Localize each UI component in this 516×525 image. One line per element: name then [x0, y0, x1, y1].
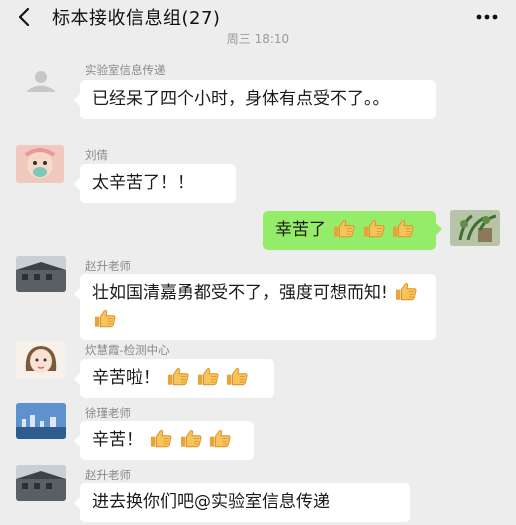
thumbs-up-icon	[94, 309, 116, 328]
cartoon-girl-avatar	[16, 341, 66, 379]
chat-header: 标本接收信息组(27)	[0, 0, 516, 34]
baby-photo-avatar	[16, 145, 64, 183]
sender-name: 徐瑾老师	[85, 406, 131, 420]
thumbs-up-icon	[392, 219, 414, 238]
more-dots-icon[interactable]	[474, 9, 500, 25]
message-bubble[interactable]: 壮如国清嘉勇都受不了，强度可想而知!	[74, 274, 436, 340]
message-bubble[interactable]: 进去换你们吧@实验室信息传递	[74, 483, 410, 522]
avatar[interactable]	[16, 145, 64, 183]
thumbs-up-icon	[363, 219, 385, 238]
message-text: 进去换你们吧@实验室信息传递	[92, 492, 330, 512]
sender-name: 赵升老师	[85, 259, 131, 273]
sender-name: 赵升老师	[85, 468, 131, 482]
message-bubble-outgoing[interactable]: 幸苦了	[263, 211, 442, 250]
plant-photo-avatar	[450, 210, 500, 246]
avatar[interactable]	[16, 66, 64, 106]
sender-name: 炊慧霞-检测中心	[85, 343, 170, 357]
thumbs-up-icon	[167, 367, 189, 386]
building-photo-avatar	[16, 465, 66, 501]
sender-name: 刘倩	[85, 148, 108, 162]
chevron-left-icon[interactable]	[14, 6, 36, 28]
message-text: 已经呆了四个小时，身体有点受不了。。	[92, 89, 390, 109]
message-text: 辛苦！	[92, 430, 143, 450]
thumbs-up-icon	[226, 367, 248, 386]
message-bubble[interactable]: 辛苦啦！	[74, 359, 274, 398]
message-bubble[interactable]: 太辛苦了！！	[74, 164, 236, 203]
message-text: 幸苦了	[275, 220, 326, 240]
thumbs-up-icon	[197, 367, 219, 386]
message-bubble[interactable]: 辛苦！	[74, 421, 254, 460]
message-text: 壮如国清嘉勇都受不了，强度可想而知!	[92, 283, 388, 303]
thumbs-up-icon	[395, 282, 417, 301]
avatar[interactable]	[16, 465, 66, 501]
thumbs-up-icon	[209, 429, 231, 448]
timestamp: 周三 18:10	[226, 32, 290, 46]
chat-title: 标本接收信息组(27)	[52, 8, 221, 29]
thumbs-up-icon	[180, 429, 202, 448]
building-photo-avatar	[16, 256, 66, 292]
avatar[interactable]	[16, 403, 66, 439]
message-text: 辛苦啦！	[92, 368, 160, 388]
avatar[interactable]	[450, 210, 500, 246]
message-text: 太辛苦了！！	[92, 173, 194, 193]
message-bubble[interactable]: 已经呆了四个小时，身体有点受不了。。	[74, 80, 436, 119]
avatar[interactable]	[16, 341, 66, 379]
thumbs-up-icon	[333, 219, 355, 238]
city-skyline-avatar	[16, 403, 66, 439]
avatar[interactable]	[16, 256, 66, 292]
sender-name: 实验室信息传递	[85, 63, 166, 77]
default-avatar-icon	[27, 71, 55, 92]
thumbs-up-icon	[150, 429, 172, 448]
